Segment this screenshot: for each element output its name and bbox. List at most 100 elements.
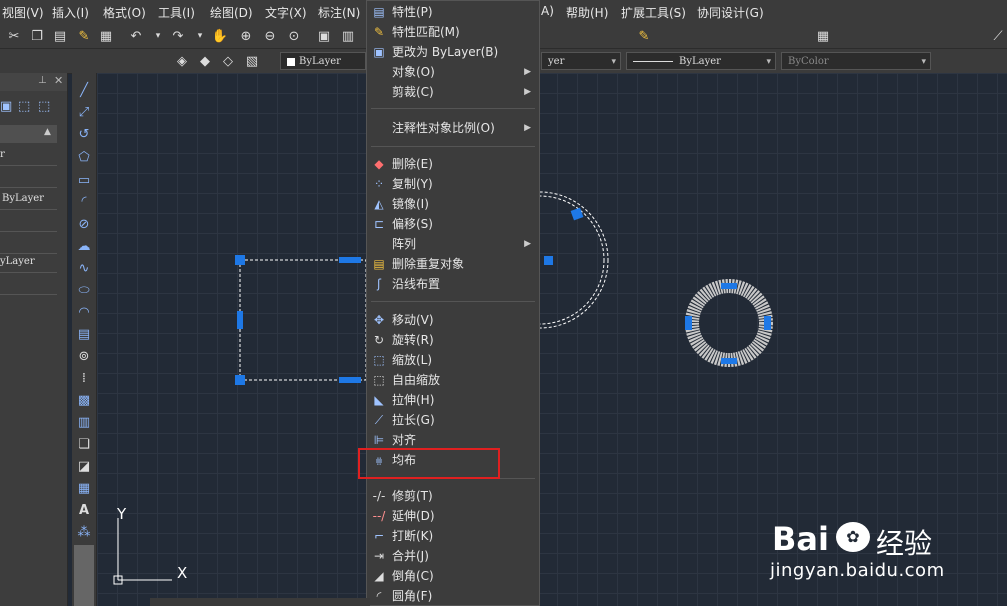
- menu-tools[interactable]: 工具(I): [158, 4, 195, 21]
- redo-icon[interactable]: ↷: [170, 28, 186, 44]
- pan-icon[interactable]: ✋: [212, 28, 228, 44]
- menu-item-scale[interactable]: ⬚ 缩放(L): [367, 350, 539, 370]
- construction-line-icon[interactable]: ⤢: [76, 105, 92, 121]
- property-row[interactable]: r: [0, 145, 57, 166]
- menu-item-annotative-scale[interactable]: 注释性对象比例(O) ▶: [367, 118, 539, 138]
- zoom-window-icon[interactable]: ⊖: [262, 28, 278, 44]
- menu-insert[interactable]: 插入(I): [52, 4, 89, 21]
- rectangle-icon[interactable]: ▭: [76, 173, 92, 189]
- menu-item-extend[interactable]: --/延伸(D): [367, 506, 539, 526]
- design-center-icon[interactable]: ▥: [340, 28, 356, 44]
- grip-handle[interactable]: [721, 358, 737, 364]
- zoom-previous-icon[interactable]: ⊙: [286, 28, 302, 44]
- menu-item-trim[interactable]: -/- 修剪(T): [367, 486, 539, 506]
- menu-item-properties[interactable]: ▤ 特性(P): [367, 2, 539, 22]
- menu-view[interactable]: 视图(V): [2, 4, 44, 21]
- menu-dimension[interactable]: 标注(N): [318, 4, 360, 21]
- redo-dropdown-icon[interactable]: ▾: [192, 28, 208, 44]
- linetype-combo[interactable]: ByLayer ▾: [626, 52, 776, 70]
- layout-tabs[interactable]: [150, 598, 370, 606]
- menu-item-mirror[interactable]: ◭ 镜像(I): [367, 194, 539, 214]
- dimension-edit-icon[interactable]: ✎: [636, 28, 652, 44]
- hatch-icon[interactable]: ▩: [76, 393, 92, 409]
- quick-select-icon[interactable]: ⬚: [18, 99, 30, 114]
- menu-item-chamfer[interactable]: ◢ 倒角(C): [367, 566, 539, 586]
- color-combo[interactable]: yer ▾: [541, 52, 621, 70]
- add-selected-icon[interactable]: ⁂: [76, 525, 92, 541]
- menu-item-lengthen[interactable]: ⟋ 拉长(G): [367, 410, 539, 430]
- menu-text[interactable]: 文字(X): [265, 4, 307, 21]
- dimension-style-icon[interactable]: ⟋: [990, 28, 1006, 44]
- menu-item-offset[interactable]: ⊏ 偏移(S): [367, 214, 539, 234]
- grip-handle[interactable]: [237, 311, 243, 329]
- properties-panel-icon[interactable]: ▣: [316, 28, 332, 44]
- selected-rectangle[interactable]: [239, 259, 367, 381]
- undo-icon[interactable]: ↶: [128, 28, 144, 44]
- revcloud-icon[interactable]: ☁: [76, 239, 92, 255]
- paste-icon[interactable]: ▤: [52, 28, 68, 44]
- grip-handle[interactable]: [339, 377, 361, 383]
- arc-icon[interactable]: ◜: [76, 194, 92, 210]
- gradient-icon[interactable]: ▥: [76, 415, 92, 431]
- menu-item-match-properties[interactable]: ✎ 特性匹配(M): [367, 22, 539, 42]
- table-icon[interactable]: ▦: [815, 28, 831, 44]
- match-brush-icon[interactable]: ✎: [76, 28, 92, 44]
- menu-item-move[interactable]: ✥ 移动(V): [367, 310, 539, 330]
- menu-item-overkill[interactable]: ▤ 删除重复对象: [367, 254, 539, 274]
- line-icon[interactable]: ╱: [76, 83, 92, 99]
- wipeout-icon[interactable]: ◪: [76, 459, 92, 475]
- polyline-icon[interactable]: ↺: [76, 127, 92, 143]
- property-row[interactable]: yLayer: [0, 252, 57, 273]
- menu-item-fillet[interactable]: ◜ 圆角(F): [367, 586, 539, 606]
- menu-item-change-bylayer[interactable]: ▣ 更改为 ByLayer(B): [367, 42, 539, 62]
- property-row[interactable]: [0, 167, 57, 188]
- table-icon[interactable]: ▦: [76, 481, 92, 497]
- close-icon[interactable]: ✕: [54, 74, 63, 87]
- menu-format[interactable]: 格式(O): [103, 4, 146, 21]
- polygon-icon[interactable]: ⬠: [76, 150, 92, 166]
- pickadd-icon[interactable]: ⬚: [38, 99, 50, 114]
- toolbar-scrollbar[interactable]: [74, 545, 94, 606]
- menu-item-join[interactable]: ⇥ 合并(J): [367, 546, 539, 566]
- menu-item-break[interactable]: ⌐ 打断(K): [367, 526, 539, 546]
- grip-handle[interactable]: [339, 257, 361, 263]
- grip-handle[interactable]: [685, 316, 692, 330]
- donut-shape[interactable]: [685, 279, 773, 367]
- copy-icon[interactable]: ❐: [29, 28, 45, 44]
- plotstyle-combo[interactable]: ByColor ▾: [781, 52, 931, 70]
- make-block-icon[interactable]: ⊚: [76, 349, 92, 365]
- circle-icon[interactable]: ⊘: [76, 217, 92, 233]
- layer-color-combo[interactable]: ByLayer: [280, 52, 366, 70]
- grip-handle[interactable]: [544, 256, 553, 265]
- layer-iso-icon[interactable]: ▧: [244, 53, 260, 69]
- layer-previous-icon[interactable]: ◇: [220, 53, 236, 69]
- zoom-realtime-icon[interactable]: ⊕: [238, 28, 254, 44]
- menu-item-erase[interactable]: ◆ 删除(E): [367, 154, 539, 174]
- grip-handle[interactable]: [235, 375, 245, 385]
- property-row[interactable]: [0, 233, 57, 254]
- menu-item-clip[interactable]: 剪裁(C) ▶: [367, 82, 539, 102]
- pin-icon[interactable]: ⊥: [38, 75, 47, 86]
- cut-icon[interactable]: ✂: [6, 28, 22, 44]
- insert-block-icon[interactable]: ▤: [76, 327, 92, 343]
- spline-icon[interactable]: ∿: [76, 261, 92, 277]
- menu-collaboration[interactable]: 协同设计(G): [697, 4, 764, 21]
- menu-draw[interactable]: 绘图(D): [210, 4, 253, 21]
- grip-handle[interactable]: [721, 283, 737, 289]
- menu-extension-tools[interactable]: 扩展工具(S): [621, 4, 686, 21]
- section-header[interactable]: ▲: [0, 125, 57, 143]
- mtext-icon[interactable]: A: [76, 503, 92, 519]
- property-row[interactable]: ByLayer: [0, 189, 57, 210]
- menu-item-stretch[interactable]: ◣ 拉伸(H): [367, 390, 539, 410]
- menu-partial[interactable]: A): [541, 4, 554, 18]
- point-icon[interactable]: ⁞: [76, 371, 92, 387]
- layer-manager-icon[interactable]: ◈: [174, 53, 190, 69]
- block-icon[interactable]: ▦: [98, 28, 114, 44]
- menu-item-align[interactable]: ⊫ 对齐: [367, 430, 539, 450]
- layer-state-icon[interactable]: ◆: [197, 53, 213, 69]
- select-objects-icon[interactable]: ▣: [0, 99, 12, 114]
- ellipse-arc-icon[interactable]: ◠: [76, 305, 92, 321]
- menu-item-object[interactable]: 对象(O) ▶: [367, 62, 539, 82]
- undo-dropdown-icon[interactable]: ▾: [150, 28, 166, 44]
- grip-handle[interactable]: [764, 316, 771, 330]
